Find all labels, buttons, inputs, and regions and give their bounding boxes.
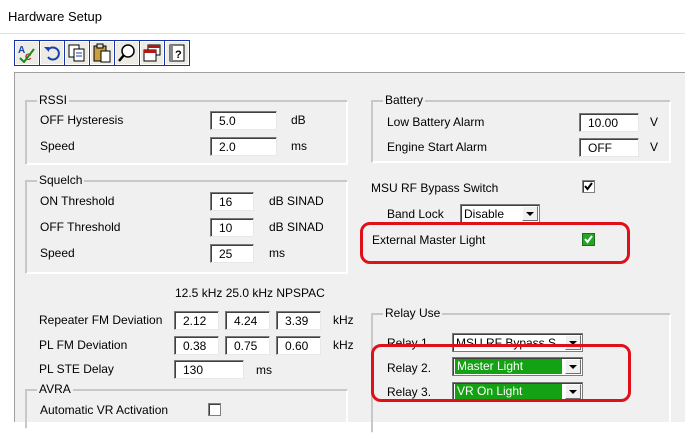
external-master-label: External Master Light	[372, 233, 486, 247]
relay-3-select[interactable]: VR On Light	[452, 382, 583, 401]
rssi-speed-label: Speed	[40, 139, 75, 153]
on-threshold-field[interactable]: 16	[210, 192, 254, 211]
chevron-down-icon	[569, 390, 577, 394]
spell-check-button[interactable]: A C	[15, 41, 39, 65]
relay-1-value: MSU RF Bypass S	[456, 336, 557, 350]
band-lock-value: Disable	[464, 207, 505, 221]
repeater-fm-label: Repeater FM Deviation	[39, 313, 163, 327]
off-threshold-unit: dB SINAD	[269, 220, 324, 234]
pl-ste-unit: ms	[256, 363, 272, 377]
window-icon	[143, 44, 161, 62]
pl-ste-field[interactable]: 130	[174, 360, 244, 379]
rssi-speed-field[interactable]: 2.0	[210, 137, 277, 156]
copy-button[interactable]	[65, 41, 89, 65]
help-button[interactable]: ?	[165, 41, 189, 65]
relay-3-label: Relay 3.	[387, 385, 432, 399]
pl-fm-12-5-field[interactable]: 0.38	[174, 336, 219, 355]
relay-3-dropdown-button[interactable]	[565, 384, 581, 399]
low-battery-field[interactable]: 10.00	[579, 113, 639, 132]
find-button[interactable]	[115, 41, 139, 65]
relay-2-dropdown-button[interactable]	[565, 359, 581, 374]
msu-bypass-checkbox[interactable]	[582, 180, 595, 193]
relay-1-select[interactable]: MSU RF Bypass S	[452, 333, 583, 352]
engine-start-unit: V	[650, 140, 659, 154]
hardware-setup-window: Hardware Setup A C ? RSSI OFF Hysteresis…	[0, 0, 685, 433]
off-hysteresis-label: OFF Hysteresis	[40, 113, 124, 127]
chevron-down-icon	[569, 341, 577, 345]
squelch-speed-unit: ms	[269, 246, 285, 260]
undo-button[interactable]	[40, 41, 64, 65]
engine-start-field[interactable]: OFF	[579, 138, 639, 157]
auto-vr-label: Automatic VR Activation	[40, 403, 169, 417]
checkmark-icon	[584, 235, 593, 244]
msu-bypass-label: MSU RF Bypass Switch	[371, 181, 499, 195]
repeater-fm-unit: kHz	[333, 313, 354, 327]
setup-panel: RSSI OFF Hysteresis 5.0 dB Speed 2.0 ms …	[14, 72, 685, 433]
paste-button[interactable]	[90, 41, 114, 65]
relay-use-group-title: Relay Use	[383, 306, 443, 320]
pl-fm-unit: kHz	[333, 338, 354, 352]
pl-fm-25-0-field[interactable]: 0.75	[225, 336, 270, 355]
rssi-group-title: RSSI	[37, 93, 70, 107]
relay-2-label: Relay 2.	[387, 361, 432, 375]
undo-icon	[44, 46, 60, 61]
title-bar[interactable]: Hardware Setup	[0, 0, 685, 34]
relay-3-value: VR On Light	[455, 384, 562, 399]
band-lock-dropdown-button[interactable]	[522, 206, 538, 221]
battery-group-title: Battery	[383, 93, 426, 107]
relay-1-dropdown-button[interactable]	[565, 335, 581, 350]
squelch-speed-label: Speed	[40, 246, 75, 260]
window-title: Hardware Setup	[8, 9, 102, 24]
squelch-speed-field[interactable]: 25	[210, 244, 254, 263]
avra-group-title: AVRA	[37, 382, 73, 396]
chevron-down-icon	[526, 212, 534, 216]
copy-icon	[68, 44, 85, 62]
relay-1-label: Relay 1.	[387, 336, 432, 350]
low-battery-label: Low Battery Alarm	[387, 115, 485, 129]
svg-text:?: ?	[175, 49, 182, 61]
repeater-fm-npspac-field[interactable]: 3.39	[276, 311, 321, 330]
find-icon	[118, 44, 135, 62]
band-lock-select[interactable]: Disable	[460, 204, 540, 223]
rssi-group	[25, 100, 348, 165]
help-icon: ?	[169, 44, 185, 62]
repeater-fm-25-0-field[interactable]: 4.24	[225, 311, 270, 330]
off-hysteresis-field[interactable]: 5.0	[210, 111, 277, 130]
repeater-fm-12-5-field[interactable]: 2.12	[174, 311, 219, 330]
off-threshold-field[interactable]: 10	[210, 218, 254, 237]
deviation-column-headers: 12.5 kHz 25.0 kHz NPSPAC	[175, 286, 325, 300]
relay-2-select[interactable]: Master Light	[452, 357, 583, 376]
toolbar: A C ?	[14, 40, 190, 66]
squelch-group-title: Squelch	[37, 173, 85, 187]
pl-ste-label: PL STE Delay	[39, 362, 114, 376]
engine-start-label: Engine Start Alarm	[387, 140, 488, 154]
low-battery-unit: V	[650, 115, 659, 129]
pl-fm-label: PL FM Deviation	[39, 338, 128, 352]
auto-vr-checkbox[interactable]	[208, 403, 221, 416]
off-threshold-label: OFF Threshold	[40, 220, 121, 234]
off-hysteresis-unit: dB	[291, 113, 306, 127]
rssi-speed-unit: ms	[291, 139, 307, 153]
on-threshold-unit: dB SINAD	[269, 194, 324, 208]
pl-fm-npspac-field[interactable]: 0.60	[276, 336, 321, 355]
paste-icon	[93, 43, 111, 63]
external-master-checkbox[interactable]	[582, 233, 595, 246]
spell-check-icon: A C	[18, 45, 35, 63]
relay-2-value: Master Light	[455, 359, 562, 374]
chevron-down-icon	[569, 365, 577, 369]
on-threshold-label: ON Threshold	[40, 194, 115, 208]
window-button[interactable]	[140, 41, 164, 65]
checkmark-icon	[584, 182, 593, 191]
band-lock-label: Band Lock	[387, 207, 444, 221]
